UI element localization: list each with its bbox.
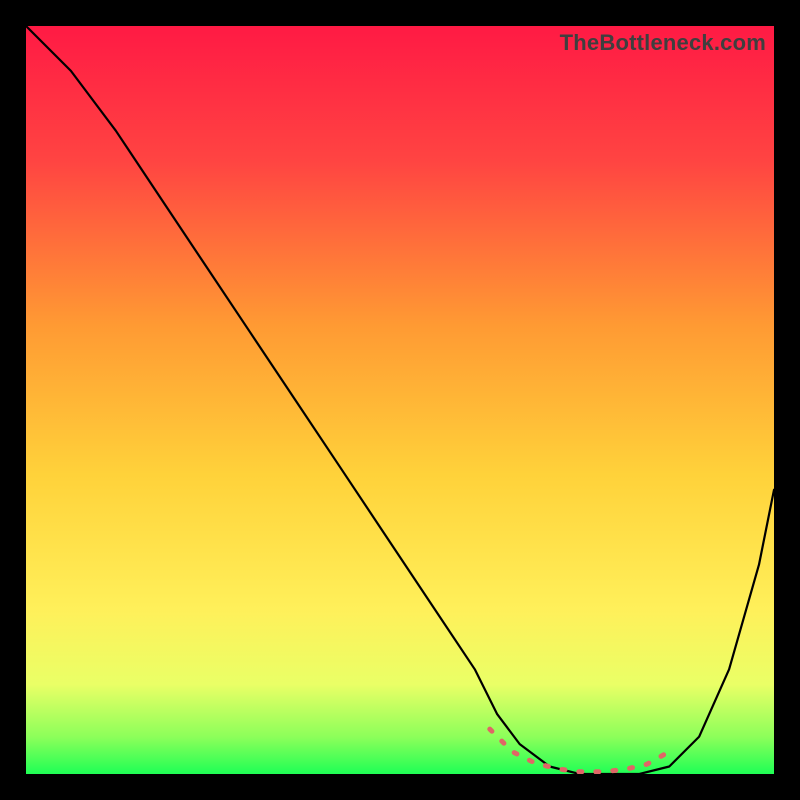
watermark-text: TheBottleneck.com	[560, 30, 766, 56]
chart-frame: TheBottleneck.com	[26, 26, 774, 774]
bottleneck-chart	[26, 26, 774, 774]
chart-background	[26, 26, 774, 774]
